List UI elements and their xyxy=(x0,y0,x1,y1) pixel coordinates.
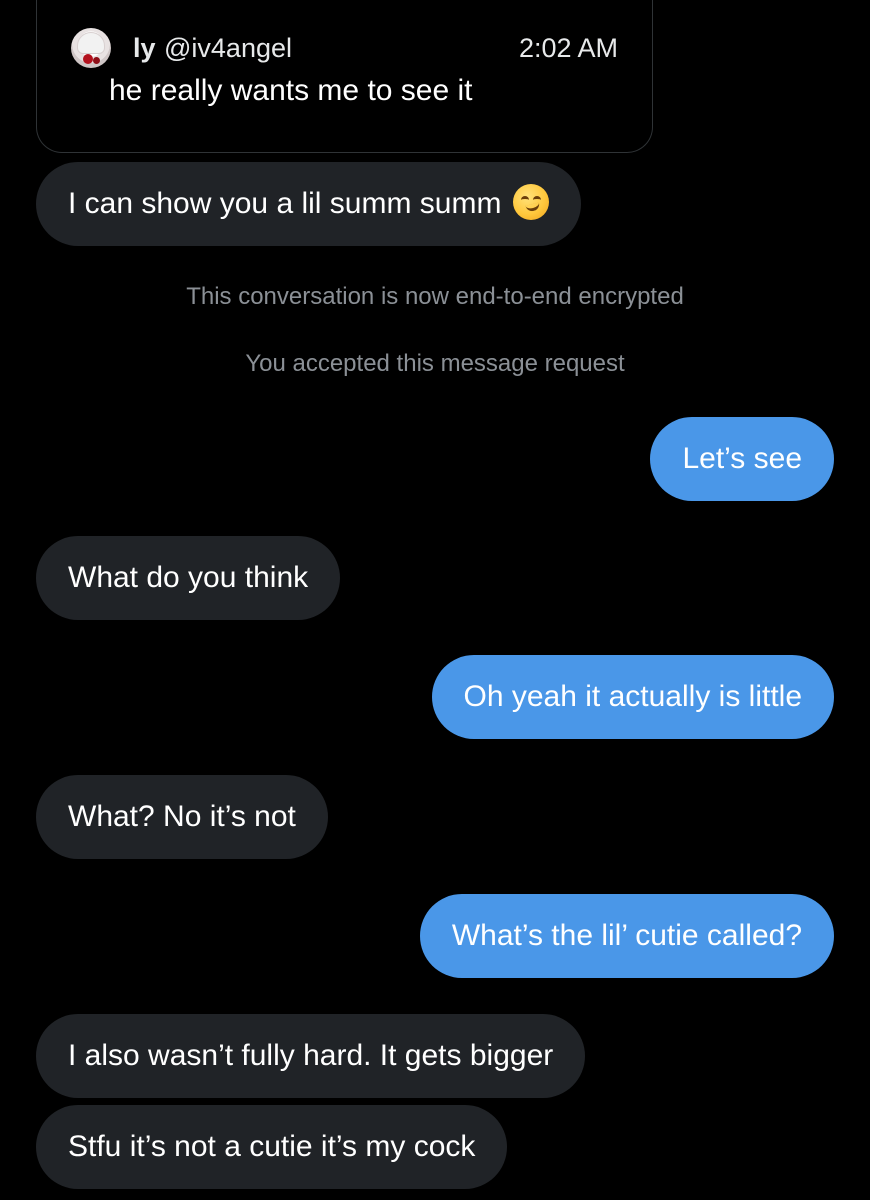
message-text: Let’s see xyxy=(682,442,802,475)
avatar-hair xyxy=(77,32,105,54)
message-text: What’s the lil’ cutie called? xyxy=(451,919,802,952)
quoted-post-header: ly @iv4angel 2:02 AM xyxy=(71,28,618,68)
message-bubble-received[interactable]: I also wasn’t fully hard. It gets bigger xyxy=(36,1014,586,1098)
avatar-rose-2 xyxy=(93,57,100,64)
message-bubble-received[interactable]: What do you think xyxy=(36,536,341,620)
message-text: I can show you a lil summ summ xyxy=(68,187,502,220)
avatar[interactable] xyxy=(71,28,111,68)
message-text: Stfu it’s not a cutie it’s my cock xyxy=(68,1130,476,1163)
quoted-post-display-name[interactable]: ly xyxy=(133,32,156,64)
message-bubble-received[interactable]: I can show you a lil summ summ xyxy=(36,162,582,246)
dm-conversation: ly @iv4angel 2:02 AM he really wants me … xyxy=(0,0,870,1200)
encryption-notice: This conversation is now end-to-end encr… xyxy=(186,283,684,310)
message-text: Oh yeah it actually is little xyxy=(463,680,802,713)
quoted-post-card[interactable]: ly @iv4angel 2:02 AM he really wants me … xyxy=(36,0,653,153)
quoted-post-time: 2:02 AM xyxy=(518,33,618,63)
request-accepted-notice: You accepted this message request xyxy=(245,350,625,377)
message-text: What do you think xyxy=(68,561,309,594)
smirking-face-icon xyxy=(513,184,550,221)
quoted-post-handle[interactable]: @iv4angel xyxy=(164,32,292,64)
message-bubble-sent[interactable]: Oh yeah it actually is little xyxy=(431,655,834,739)
quoted-post-text: he really wants me to see it xyxy=(109,74,473,107)
message-text: What? No it’s not xyxy=(68,800,296,833)
message-text: I also wasn’t fully hard. It gets bigger xyxy=(68,1039,554,1072)
message-bubble-received[interactable]: What? No it’s not xyxy=(36,775,328,859)
message-bubble-sent[interactable]: Let’s see xyxy=(650,417,834,501)
message-bubble-received[interactable]: Stfu it’s not a cutie it’s my cock xyxy=(36,1105,508,1189)
avatar-rose xyxy=(83,54,93,64)
message-bubble-sent[interactable]: What’s the lil’ cutie called? xyxy=(419,894,834,978)
